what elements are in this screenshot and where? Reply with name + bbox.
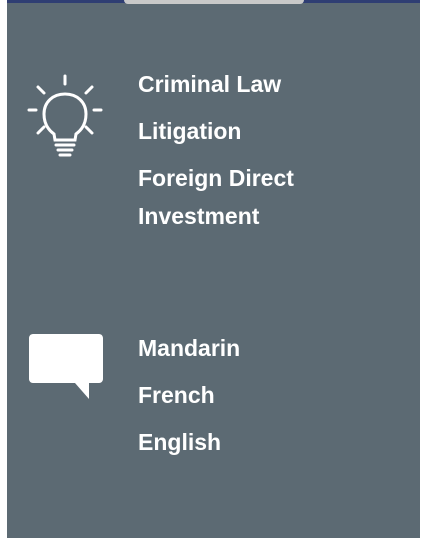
- speech-bubble-icon: [29, 334, 103, 399]
- top-tab: [124, 0, 304, 4]
- language-item: English: [138, 429, 222, 455]
- lightbulb-icon: [27, 74, 103, 157]
- profile-details-panel: Criminal Law Litigation Foreign Direct I…: [7, 0, 420, 538]
- practice-area-item: Litigation: [138, 118, 242, 144]
- language-item: Mandarin: [138, 335, 241, 361]
- language-item: French: [138, 382, 215, 408]
- practice-areas-list: Criminal Law Litigation Foreign Direct I…: [138, 73, 378, 259]
- practice-area-item: Criminal Law: [138, 71, 282, 97]
- languages-list: Mandarin French English: [138, 337, 240, 478]
- practice-area-item: Foreign Direct Investment: [138, 165, 294, 229]
